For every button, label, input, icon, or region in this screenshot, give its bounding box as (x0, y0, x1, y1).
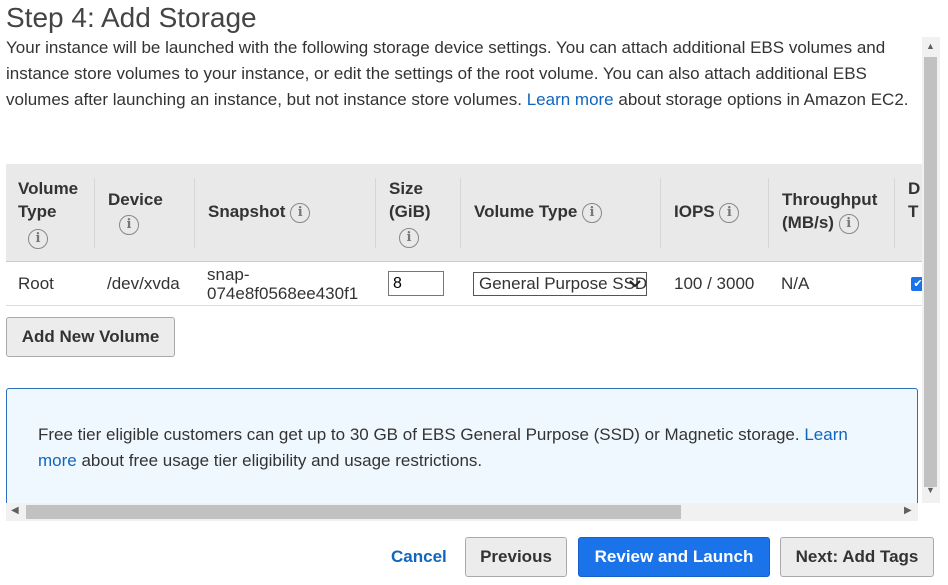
vertical-scroll-thumb[interactable] (924, 57, 937, 487)
scroll-up-icon[interactable]: ▲ (926, 41, 935, 51)
cell-device: /dev/xvda (107, 273, 180, 293)
storage-table: Volume Type i Device i Snapshot i Size (… (6, 164, 922, 306)
cell-volume-type: Root (18, 273, 54, 293)
column-header-volume-type-select: Volume Type i (474, 164, 654, 261)
info-icon[interactable]: i (719, 202, 740, 223)
delete-on-termination-checkbox[interactable]: ✔ (911, 276, 922, 291)
column-header-size: Size (GiB) i (389, 164, 459, 261)
review-and-launch-button[interactable]: Review and Launch (578, 537, 770, 577)
volume-type-select[interactable]: General Purpose SSD (gp2) (473, 271, 647, 296)
size-input[interactable] (388, 271, 444, 296)
info-icon[interactable]: i (399, 227, 419, 248)
column-divider[interactable] (894, 178, 895, 248)
column-divider[interactable] (375, 178, 376, 248)
page-title: Step 4: Add Storage (6, 2, 257, 33)
column-divider[interactable] (460, 178, 461, 248)
table-header: Volume Type i Device i Snapshot i Size (… (6, 164, 922, 262)
column-divider[interactable] (660, 178, 661, 248)
chevron-down-icon (628, 274, 642, 295)
column-header-throughput: Throughput (MB/s) i (782, 190, 878, 234)
column-divider[interactable] (768, 178, 769, 248)
intro-suffix: about storage options in Amazon EC2. (618, 90, 909, 109)
free-tier-suffix: about free usage tier eligibility and us… (81, 451, 483, 470)
learn-more-storage-link[interactable]: Learn more (527, 90, 614, 109)
free-tier-info-box: Free tier eligible customers can get up … (6, 388, 918, 503)
table-row: Root /dev/xvda snap- 074e8f0568ee430f1 G… (6, 262, 922, 306)
column-header-snapshot: Snapshot i (208, 164, 348, 261)
column-header-delete-on-termination: D T (908, 179, 921, 221)
info-icon[interactable]: i (119, 214, 139, 235)
info-icon[interactable]: i (838, 213, 859, 234)
cell-throughput: N/A (781, 273, 810, 293)
column-header-device: Device i (108, 164, 188, 261)
add-new-volume-button[interactable]: Add New Volume (6, 317, 175, 357)
cell-snapshot: snap- 074e8f0568ee430f1 (207, 264, 359, 303)
cell-size (388, 262, 444, 305)
horizontal-scroll-thumb[interactable] (26, 505, 681, 519)
scroll-down-icon[interactable]: ▼ (926, 485, 935, 495)
scroll-left-icon[interactable]: ◀ (11, 505, 19, 516)
previous-button[interactable]: Previous (465, 537, 567, 577)
free-tier-text: Free tier eligible customers can get up … (38, 425, 800, 444)
cancel-link[interactable]: Cancel (391, 547, 447, 567)
cell-delete-on-termination: ✔ (911, 262, 922, 305)
vertical-scrollbar[interactable]: ▲ ▼ (922, 37, 940, 503)
cell-volume-type-select: General Purpose SSD (gp2) (473, 262, 647, 305)
checkmark-icon: ✔ (913, 277, 922, 290)
next-add-tags-button[interactable]: Next: Add Tags (780, 537, 934, 577)
horizontal-scrollbar[interactable]: ◀ ▶ (6, 503, 918, 521)
scroll-right-icon[interactable]: ▶ (904, 505, 912, 516)
info-icon[interactable]: i (290, 202, 311, 223)
column-divider[interactable] (194, 178, 195, 248)
column-divider[interactable] (94, 178, 95, 248)
content-viewport: Step 4: Add Storage Your instance will b… (0, 0, 922, 503)
info-icon[interactable]: i (28, 228, 48, 249)
intro-text: Your instance will be launched with the … (6, 35, 918, 113)
column-header-volume-type: Volume Type i (18, 164, 98, 261)
info-icon[interactable]: i (582, 202, 603, 223)
column-header-iops: IOPS i (674, 164, 764, 261)
cell-iops: 100 / 3000 (674, 273, 755, 293)
